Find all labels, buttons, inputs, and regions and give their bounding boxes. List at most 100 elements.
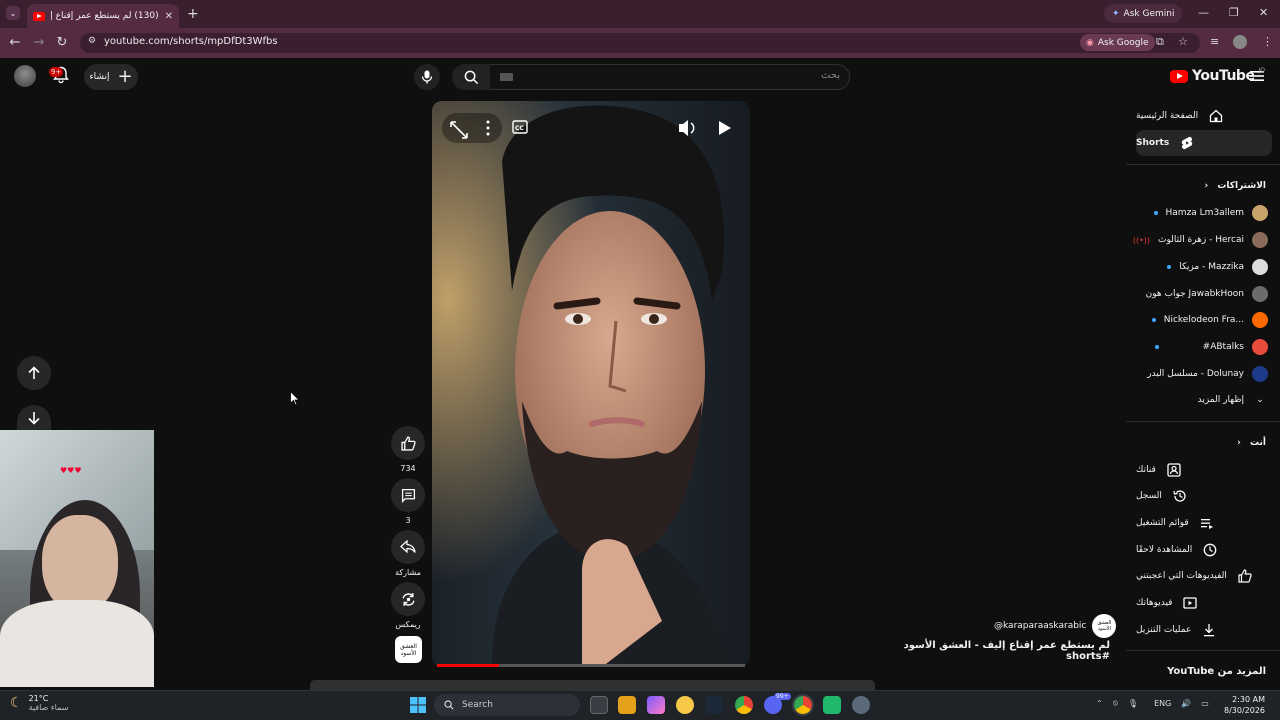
share-button[interactable] xyxy=(391,530,425,564)
video-progress-bar[interactable] xyxy=(437,664,745,667)
new-tab-button[interactable]: + xyxy=(187,6,199,22)
comments-button[interactable] xyxy=(391,478,425,512)
remix-action[interactable]: ريمكس xyxy=(391,582,425,629)
comments-action[interactable]: 3 xyxy=(391,478,425,525)
channel-handle[interactable]: @karaparaaskarabic xyxy=(994,621,1086,631)
settings-gear-icon[interactable] xyxy=(852,696,870,714)
remix-button[interactable] xyxy=(391,582,425,616)
sidebar-subscription[interactable]: مزيكا - Mazzika xyxy=(1140,254,1268,280)
you-heading[interactable]: أنت ‹ xyxy=(1136,438,1266,448)
chevron-left-icon: ‹ xyxy=(1204,181,1209,191)
taskbar-search-box[interactable]: Search xyxy=(434,694,580,716)
microphone-tray-icon[interactable]: 🎙 xyxy=(1128,699,1138,708)
like-button[interactable] xyxy=(391,426,425,460)
sidebar-subscription[interactable]: مسلسل البدر - Dolunay xyxy=(1140,361,1268,387)
network-off-icon[interactable]: ⦸ xyxy=(1113,698,1118,708)
play-button[interactable] xyxy=(719,121,731,135)
voice-search-button[interactable] xyxy=(414,64,440,90)
site-info-icon[interactable]: ⚙ xyxy=(88,36,96,46)
copilot-icon[interactable] xyxy=(647,696,665,714)
youtube-play-logo-icon xyxy=(1170,69,1188,83)
back-arrow-icon[interactable]: ← xyxy=(7,35,23,50)
sidebar-subscription[interactable]: Hamza Lm3allem xyxy=(1140,200,1268,226)
next-short-button[interactable] xyxy=(17,405,51,430)
subscriptions-heading[interactable]: الاشتراكات ‹ xyxy=(1136,181,1266,191)
sidebar-item-history[interactable]: السجل xyxy=(1136,483,1272,509)
speaker-icon[interactable]: 🔊 xyxy=(1181,699,1191,708)
like-action[interactable]: 734 xyxy=(391,426,425,473)
channel-avatar[interactable]: العشق الأسود xyxy=(1092,614,1117,638)
channel-avatar xyxy=(1252,232,1268,248)
bookmark-star-icon[interactable]: ☆ xyxy=(1178,35,1188,48)
browser-menu-icon[interactable]: ⋮ xyxy=(1262,35,1273,48)
channel-avatar xyxy=(1252,205,1268,221)
sidebar-item-watch-later[interactable]: المشاهدة لاحقًا xyxy=(1136,537,1272,563)
previous-short-button[interactable] xyxy=(17,356,51,390)
start-button[interactable] xyxy=(410,697,426,713)
search-button[interactable] xyxy=(452,64,490,90)
steam-icon[interactable] xyxy=(705,696,723,714)
mute-button[interactable] xyxy=(679,120,695,136)
comment-count: 3 xyxy=(405,516,411,525)
sidebar-item-liked-videos[interactable]: الفيديوهات التي أعجبتني xyxy=(1136,563,1272,589)
maximize-window-button[interactable]: ❐ xyxy=(1229,6,1239,19)
minimize-window-button[interactable]: — xyxy=(1198,6,1209,19)
sidebar-item-downloads[interactable]: عمليات التنزيل xyxy=(1136,617,1272,643)
volume-icon xyxy=(679,120,688,136)
taskbar-clock[interactable]: 2:30 AM 8/30/2026 xyxy=(1224,694,1265,716)
install-app-icon[interactable]: ⧉ xyxy=(1156,35,1164,49)
subscription-label: #ABtalks xyxy=(1202,342,1244,352)
more-vertical-icon xyxy=(486,120,490,124)
heart-emoji-icon: ♥♥♥ xyxy=(60,466,82,475)
short-channel-info[interactable]: @karaparaaskarabic العشق الأسود xyxy=(994,614,1117,638)
account-avatar[interactable] xyxy=(14,65,36,87)
sidebar-subscription[interactable]: ((•)) زهرة الثالوث - Hercai xyxy=(1133,227,1268,253)
sidebar-subscription[interactable]: جواب هون JawabkHoon xyxy=(1140,281,1268,307)
reading-list-icon[interactable]: ≡ xyxy=(1210,35,1219,48)
profile-avatar-icon[interactable] xyxy=(1233,35,1247,49)
reload-icon[interactable]: ↻ xyxy=(54,35,70,50)
sidebar-item-your-channel[interactable]: قناتك xyxy=(1136,457,1272,483)
sidebar-item-home[interactable]: الصفحة الرئيسية xyxy=(1136,103,1272,129)
ask-google-button[interactable]: ◉ Ask Google xyxy=(1080,34,1155,51)
google-lens-icon: ◉ xyxy=(1086,37,1094,48)
sidebar-item-shorts[interactable]: Shorts xyxy=(1136,130,1272,156)
chrome-active-icon[interactable] xyxy=(792,694,814,716)
sidebar-subscription[interactable]: Nickelodeon Fra... xyxy=(1140,307,1268,333)
tab-search-button[interactable]: ⌄ xyxy=(6,6,20,20)
url-text[interactable]: youtube.com/shorts/mpDfDt3Wfbs xyxy=(104,36,278,47)
file-explorer-icon[interactable] xyxy=(618,696,636,714)
sidebar-subscription[interactable]: #ABtalks xyxy=(1140,334,1268,360)
forward-arrow-icon[interactable]: → xyxy=(31,35,47,50)
youtube-favicon-icon xyxy=(33,11,45,21)
tab-close-icon[interactable]: ✕ xyxy=(165,11,173,22)
notifications-badge: 9+ xyxy=(49,67,64,77)
captions-button[interactable]: CC xyxy=(512,120,528,134)
sidebar-item-your-videos[interactable]: فيديوهاتك xyxy=(1136,590,1272,616)
chat-app-icon[interactable] xyxy=(676,696,694,714)
chrome-icon[interactable] xyxy=(735,696,753,714)
close-window-button[interactable]: ✕ xyxy=(1259,6,1268,19)
sidebar-item-label: الصفحة الرئيسية xyxy=(1136,111,1199,121)
show-more-subscriptions[interactable]: إظهار المزيد ⌄ xyxy=(1140,387,1268,413)
youtube-logo[interactable]: YouTube JO xyxy=(1170,67,1265,84)
task-view-icon[interactable] xyxy=(590,696,608,714)
sidebar-item-playlists[interactable]: قوائم التشغيل xyxy=(1136,510,1272,536)
arrow-up-icon xyxy=(28,366,40,379)
more-options-button[interactable] xyxy=(486,120,490,136)
share-action[interactable]: مشاركة xyxy=(391,530,425,577)
subscription-label: جواب هون JawabkHoon xyxy=(1145,289,1244,299)
ask-gemini-button[interactable]: ✦ Ask Gemini xyxy=(1104,4,1183,23)
weather-widget[interactable]: ☾ 21°C سماء صافية xyxy=(10,694,68,712)
tray-overflow-icon[interactable]: ⌃ xyxy=(1096,699,1103,708)
media-player-icon[interactable] xyxy=(823,696,841,714)
horizontal-scrollbar[interactable] xyxy=(310,680,875,690)
short-video-player[interactable] xyxy=(432,101,750,667)
create-button[interactable]: إنشاء + xyxy=(84,64,138,90)
language-indicator[interactable]: ENG xyxy=(1154,699,1171,708)
browser-tab-active[interactable]: (130) لم يستطع عمر إقناع إليف - ✕ xyxy=(27,4,179,28)
fullscreen-button[interactable] xyxy=(442,113,502,143)
sound-thumbnail[interactable]: العشق الأسود xyxy=(395,636,422,663)
remix-icon xyxy=(401,592,415,606)
battery-icon[interactable]: ▭ xyxy=(1201,699,1209,708)
